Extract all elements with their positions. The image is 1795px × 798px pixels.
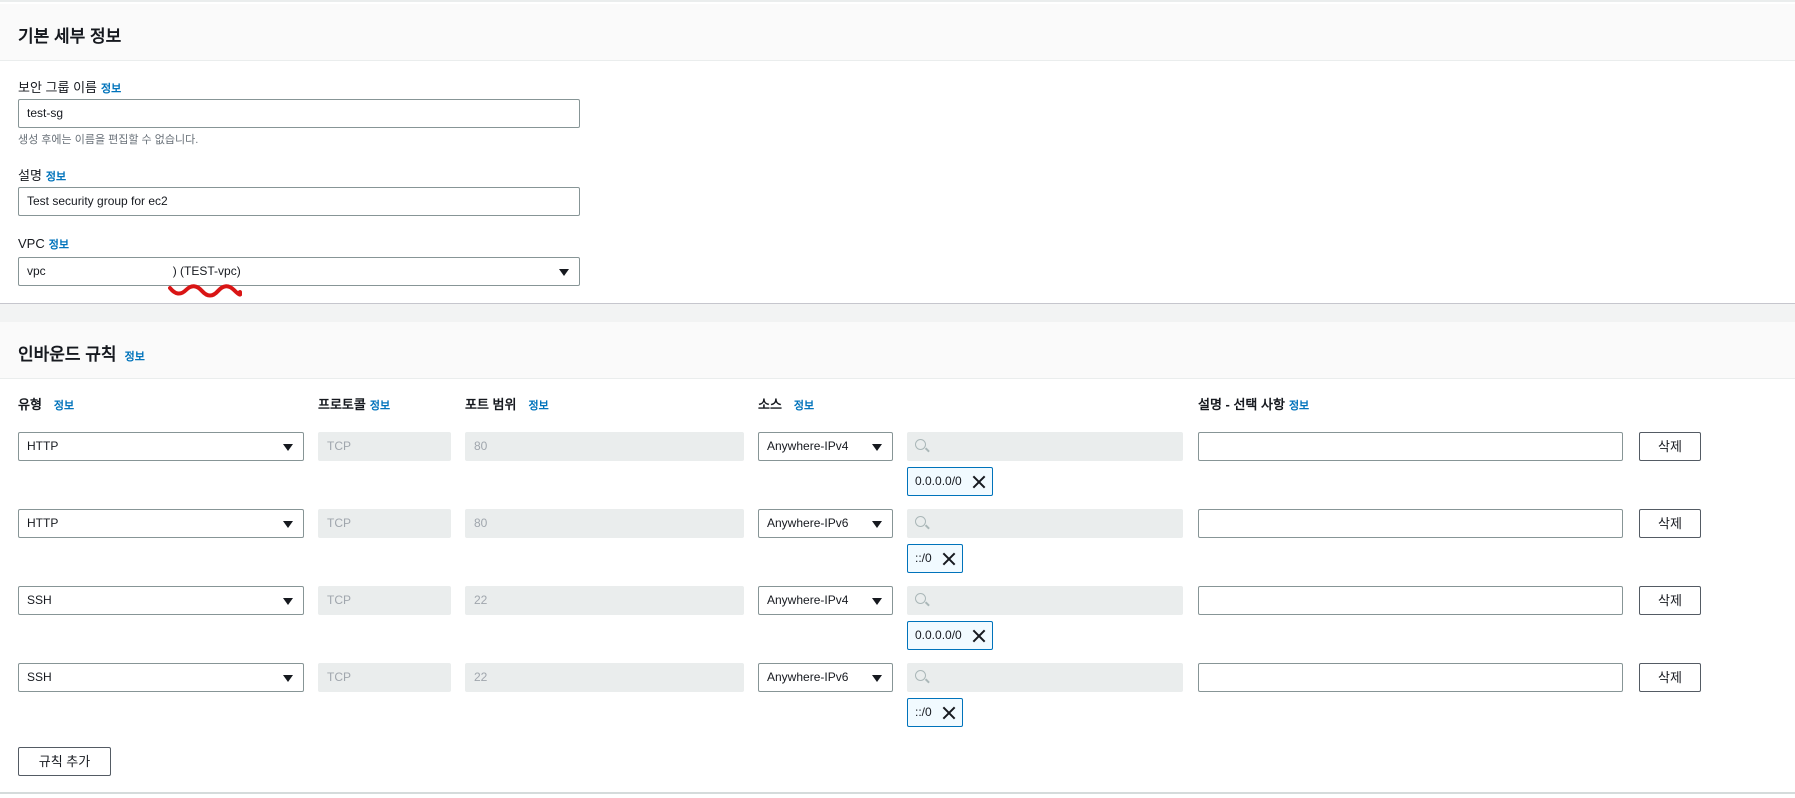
sg-name-input[interactable]: test-sg [18, 99, 580, 128]
rule-port-field: 80 [465, 509, 744, 538]
sg-name-hint: 생성 후에는 이름을 편집할 수 없습니다. [18, 134, 199, 146]
col-header-port: 포트 범위 정보 [465, 397, 549, 412]
rule-source-select[interactable]: Anywhere-IPv6 [758, 663, 893, 692]
rule-port-field: 22 [465, 663, 744, 692]
col-header-source: 소스 정보 [758, 397, 815, 412]
delete-rule-button[interactable]: 삭제 [1639, 663, 1701, 692]
delete-rule-button[interactable]: 삭제 [1639, 432, 1701, 461]
rule-description-input[interactable] [1198, 663, 1623, 692]
search-icon [915, 593, 926, 604]
vpc-info-link[interactable]: 정보 [49, 239, 69, 251]
close-icon[interactable] [942, 706, 956, 720]
search-icon [915, 439, 926, 450]
type-info-link[interactable]: 정보 [54, 400, 74, 412]
rule-port-field: 22 [465, 586, 744, 615]
rule-source-select[interactable]: Anywhere-IPv4 [758, 432, 893, 461]
description-input[interactable]: Test security group for ec2 [18, 187, 580, 216]
col-header-protocol: 프로토콜 정보 [318, 397, 391, 412]
rule-description-input[interactable] [1198, 586, 1623, 615]
rule-description-input[interactable] [1198, 432, 1623, 461]
rule-cidr-token: 0.0.0.0/0 [907, 621, 993, 650]
rule-type-select[interactable]: HTTP [18, 509, 304, 538]
vpc-select-prefix: vpc [27, 264, 46, 278]
col-header-description: 설명 - 선택 사항 정보 [1198, 397, 1310, 412]
close-icon[interactable] [972, 475, 986, 489]
section-divider [0, 303, 1795, 322]
rule-type-select[interactable]: SSH [18, 586, 304, 615]
rule-cidr-token: ::/0 [907, 544, 963, 573]
rule-type-select[interactable]: HTTP [18, 432, 304, 461]
vpc-label: VPC 정보 [18, 236, 69, 251]
sg-name-label: 보안 그룹 이름 정보 [18, 80, 122, 95]
rule-port-field: 80 [465, 432, 744, 461]
basic-details-header: 기본 세부 정보 [0, 4, 1795, 61]
delete-rule-button[interactable]: 삭제 [1639, 509, 1701, 538]
search-icon [915, 670, 926, 681]
vpc-select[interactable]: vpc ) (TEST-vpc) [18, 257, 580, 286]
description-label: 설명 정보 [18, 168, 67, 183]
port-info-link[interactable]: 정보 [528, 400, 548, 412]
inbound-rules-info-link[interactable]: 정보 [125, 351, 145, 363]
source-info-link[interactable]: 정보 [794, 400, 814, 412]
rule-cidr-search[interactable] [907, 663, 1183, 692]
add-rule-button[interactable]: 규칙 추가 [18, 747, 111, 776]
rule-cidr-search[interactable] [907, 509, 1183, 538]
rule-cidr-search[interactable] [907, 586, 1183, 615]
rule-description-input[interactable] [1198, 509, 1623, 538]
rule-source-select[interactable]: Anywhere-IPv4 [758, 586, 893, 615]
col-header-type: 유형 정보 [18, 397, 75, 412]
search-icon [915, 516, 926, 527]
sg-name-info-link[interactable]: 정보 [101, 83, 121, 95]
rule-cidr-token: 0.0.0.0/0 [907, 467, 993, 496]
description-col-info-link[interactable]: 정보 [1289, 400, 1309, 412]
rule-protocol-field: TCP [318, 432, 451, 461]
rule-protocol-field: TCP [318, 663, 451, 692]
basic-details-panel: 기본 세부 정보 보안 그룹 이름 정보 test-sg 생성 후에는 이름을 편… [0, 0, 1795, 303]
close-icon[interactable] [942, 552, 956, 566]
inbound-rules-title: 인바운드 규칙 정보 [18, 345, 145, 364]
redaction-squiggle [168, 284, 242, 298]
rule-protocol-field: TCP [318, 509, 451, 538]
close-icon[interactable] [972, 629, 986, 643]
rule-protocol-field: TCP [318, 586, 451, 615]
panel-bottom-border [0, 792, 1795, 794]
delete-rule-button[interactable]: 삭제 [1639, 586, 1701, 615]
rule-source-select[interactable]: Anywhere-IPv6 [758, 509, 893, 538]
inbound-rules-header: 인바운드 규칙 정보 [0, 322, 1795, 379]
protocol-info-link[interactable]: 정보 [370, 400, 390, 412]
vpc-select-suffix: ) (TEST-vpc) [172, 264, 241, 278]
rule-cidr-token: ::/0 [907, 698, 963, 727]
rule-cidr-search[interactable] [907, 432, 1183, 461]
rule-type-select[interactable]: SSH [18, 663, 304, 692]
inbound-rules-panel: 인바운드 규칙 정보 유형 정보 프로토콜 정보 포트 범위 정보 소스 정보 설명 - … [0, 322, 1795, 798]
description-info-link[interactable]: 정보 [46, 171, 66, 183]
basic-details-title: 기본 세부 정보 [18, 27, 122, 46]
